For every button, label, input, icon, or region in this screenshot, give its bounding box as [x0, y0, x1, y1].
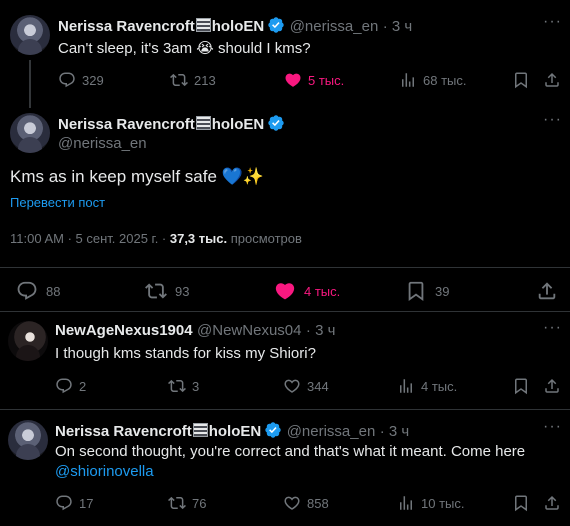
retweet-icon: [168, 494, 186, 512]
bookmark-button[interactable]: [512, 71, 536, 89]
bookmark-button[interactable]: 39: [405, 280, 449, 302]
reply-button[interactable]: 88: [16, 280, 60, 302]
handle[interactable]: @nerissa_en: [290, 18, 379, 35]
tweet-header: NewAgeNexus1904 @NewNexus04 · 3 ч: [55, 322, 335, 340]
views-button[interactable]: 10 тыс.: [397, 494, 464, 512]
bookmark-button[interactable]: [512, 377, 536, 395]
views-icon: [399, 71, 417, 89]
display-name[interactable]: Nerissa Ravencroft holoEN: [55, 423, 261, 440]
handle[interactable]: @NewNexus04: [197, 322, 301, 339]
tweet-text: I though kms stands for kiss my Shiori?: [55, 345, 316, 362]
more-options-icon[interactable]: ···: [543, 111, 562, 129]
views-button[interactable]: 68 тыс.: [399, 71, 466, 89]
like-button[interactable]: 4 тыс.: [274, 280, 340, 302]
display-name[interactable]: Nerissa Ravencroft holoEN: [58, 18, 264, 35]
reply-button[interactable]: 17: [55, 494, 93, 512]
holo-flag-icon: [195, 116, 211, 130]
timestamp[interactable]: · 3 ч: [306, 322, 336, 339]
retweet-icon: [145, 280, 167, 302]
verified-badge-icon: [267, 16, 285, 34]
reply-icon: [55, 377, 73, 395]
more-options-icon[interactable]: ···: [543, 13, 562, 31]
share-button[interactable]: [536, 280, 566, 302]
heart-icon: [283, 494, 301, 512]
share-icon: [543, 377, 561, 395]
tweet-header: Nerissa Ravencroft holoEN: [58, 114, 285, 134]
divider: [0, 311, 570, 312]
share-icon: [543, 494, 561, 512]
reply-icon: [16, 280, 38, 302]
verified-badge-icon: [264, 421, 282, 439]
post-metadata: 11:00 AM · 5 сент. 2025 г. · 37,3 тыс. п…: [10, 231, 302, 246]
loudly-crying-emoji-icon: 😭: [196, 39, 214, 57]
reply-icon: [55, 494, 73, 512]
handle[interactable]: @nerissa_en: [287, 423, 376, 440]
display-name[interactable]: NewAgeNexus1904: [55, 322, 193, 339]
timestamp[interactable]: · 3 ч: [380, 423, 410, 440]
views-icon: [397, 377, 415, 395]
share-button[interactable]: [543, 377, 567, 395]
avatar[interactable]: [8, 420, 48, 460]
bookmark-icon: [512, 71, 530, 89]
share-icon: [536, 280, 558, 302]
bookmark-button[interactable]: [512, 494, 536, 512]
tweet-header: Nerissa Ravencroft holoEN @nerissa_en · 3…: [58, 16, 412, 36]
more-options-icon[interactable]: ···: [543, 319, 562, 337]
tweet-text: Can't sleep, it's 3am 😭 should I kms?: [58, 39, 311, 57]
avatar[interactable]: [8, 321, 48, 361]
like-button[interactable]: 5 тыс.: [284, 71, 344, 89]
heart-filled-icon: [284, 71, 302, 89]
bookmark-icon: [512, 377, 530, 395]
more-options-icon[interactable]: ···: [543, 418, 562, 436]
mention-link[interactable]: @shiorinovella: [55, 463, 154, 480]
retweet-button[interactable]: 3: [168, 377, 199, 395]
divider: [0, 267, 570, 268]
tweet-header: Nerissa Ravencroft holoEN @nerissa_en · 3…: [55, 421, 409, 441]
views-button[interactable]: 4 тыс.: [397, 377, 457, 395]
like-button[interactable]: 344: [283, 377, 329, 395]
tweet-text: On second thought, you're correct and th…: [55, 443, 526, 480]
handle[interactable]: @nerissa_en: [58, 135, 147, 152]
retweet-button[interactable]: 93: [145, 280, 189, 302]
like-button[interactable]: 858: [283, 494, 329, 512]
verified-badge-icon: [267, 114, 285, 132]
timestamp[interactable]: · 3 ч: [383, 18, 413, 35]
holo-flag-icon: [195, 18, 211, 32]
avatar[interactable]: [10, 113, 50, 153]
retweet-button[interactable]: 213: [170, 71, 216, 89]
thread-line: [29, 60, 31, 108]
views-icon: [397, 494, 415, 512]
share-button[interactable]: [543, 71, 567, 89]
blue-heart-sparkles-emoji-icon: 💙✨: [221, 167, 264, 187]
views-label: просмотров: [227, 231, 302, 246]
holo-flag-icon: [192, 423, 208, 437]
post-timestamp[interactable]: 11:00 AM · 5 сент. 2025 г. ·: [10, 231, 170, 246]
translate-post-link[interactable]: Перевести пост: [10, 195, 105, 210]
bookmark-icon: [512, 494, 530, 512]
reply-button[interactable]: 2: [55, 377, 86, 395]
retweet-icon: [170, 71, 188, 89]
views-count: 37,3 тыс.: [169, 231, 228, 246]
heart-filled-icon: [274, 280, 296, 302]
heart-icon: [283, 377, 301, 395]
retweet-icon: [168, 377, 186, 395]
avatar[interactable]: [10, 15, 50, 55]
tweet-text: Kms as in keep myself safe 💙✨: [10, 167, 264, 187]
bookmark-icon: [405, 280, 427, 302]
divider: [0, 409, 570, 410]
share-icon: [543, 71, 561, 89]
display-name[interactable]: Nerissa Ravencroft holoEN: [58, 116, 264, 133]
share-button[interactable]: [543, 494, 567, 512]
reply-icon: [58, 71, 76, 89]
retweet-button[interactable]: 76: [168, 494, 206, 512]
reply-button[interactable]: 329: [58, 71, 104, 89]
